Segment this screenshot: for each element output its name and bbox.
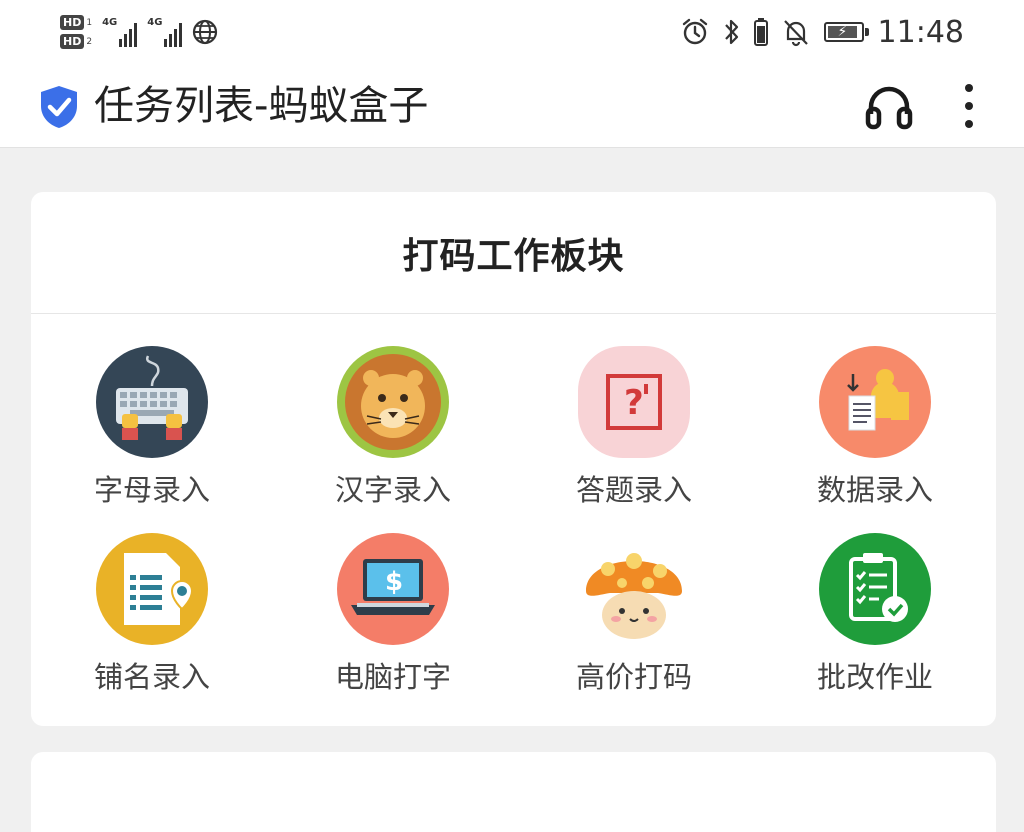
work-panel-card: 打码工作板块 字母录入 汉字录入 ? 答题录入 数据录入 铺名录入 $ 电脑打字… bbox=[31, 192, 996, 726]
svg-text:?: ? bbox=[624, 383, 644, 423]
task-label: 字母录入 bbox=[93, 473, 210, 507]
signal-icon: 4G bbox=[147, 17, 183, 47]
headset-icon[interactable] bbox=[864, 82, 914, 130]
signal-icon: 4G bbox=[102, 17, 138, 47]
alarm-icon bbox=[682, 18, 707, 45]
globe-icon bbox=[193, 19, 218, 45]
mushroom-icon bbox=[578, 533, 690, 645]
task-pc-typing[interactable]: $ 电脑打字 bbox=[293, 533, 493, 695]
app-bar: 任务列表-蚂蚁盒子 bbox=[0, 64, 1024, 148]
task-label: 高价打码 bbox=[575, 660, 692, 694]
bluetooth-icon bbox=[724, 19, 738, 45]
task-data-entry[interactable]: 数据录入 bbox=[775, 346, 975, 508]
dot bbox=[965, 102, 973, 110]
dot bbox=[965, 120, 973, 128]
dot bbox=[965, 84, 973, 92]
more-menu-button[interactable] bbox=[952, 80, 986, 132]
task-letter-entry[interactable]: 字母录入 bbox=[52, 346, 252, 508]
question-icon: ? bbox=[578, 346, 690, 458]
lion-icon bbox=[337, 346, 449, 458]
card-header: 打码工作板块 bbox=[31, 192, 996, 314]
sim1-badge: HD 1 bbox=[60, 15, 92, 30]
task-label: 铺名录入 bbox=[93, 660, 210, 694]
phone-battery-icon bbox=[753, 18, 768, 46]
sim2-index: 2 bbox=[86, 36, 93, 47]
task-label: 数据录入 bbox=[816, 473, 933, 507]
task-grade-homework[interactable]: 批改作业 bbox=[775, 533, 975, 695]
task-shop-name-entry[interactable]: 铺名录入 bbox=[52, 533, 252, 695]
task-label: 电脑打字 bbox=[334, 660, 451, 694]
sim2-badge: HD 2 bbox=[60, 34, 92, 49]
laptop-icon: $ bbox=[337, 533, 449, 645]
network2-label: 4G bbox=[147, 17, 163, 28]
battery-icon: ⚡ bbox=[823, 22, 869, 42]
task-high-pay-coding[interactable]: 高价打码 bbox=[534, 533, 734, 695]
data-entry-icon bbox=[819, 346, 931, 458]
keyboard-icon bbox=[96, 346, 208, 458]
network1-label: 4G bbox=[102, 17, 118, 28]
clipboard-check-icon bbox=[819, 533, 931, 645]
panel-title: 打码工作板块 bbox=[402, 235, 625, 277]
task-question-entry[interactable]: ? 答题录入 bbox=[534, 346, 734, 508]
mute-bell-icon bbox=[783, 20, 808, 47]
shield-icon bbox=[41, 86, 77, 128]
next-card bbox=[31, 752, 996, 832]
status-bar: HD 1 HD 2 4G 4G ⚡ 11:48 bbox=[0, 0, 1024, 64]
task-hanzi-entry[interactable]: 汉字录入 bbox=[293, 346, 493, 508]
status-right: ⚡ 11:48 bbox=[680, 10, 964, 54]
shop-name-icon bbox=[96, 533, 208, 645]
task-label: 汉字录入 bbox=[334, 473, 451, 507]
hd-icon: HD bbox=[60, 34, 85, 49]
sim1-index: 1 bbox=[86, 17, 93, 28]
sim-indicators: HD 1 HD 2 bbox=[60, 15, 92, 49]
page-title: 任务列表-蚂蚁盒子 bbox=[94, 83, 429, 129]
task-label: 批改作业 bbox=[816, 660, 933, 694]
svg-text:$: $ bbox=[385, 567, 403, 597]
clock: 11:48 bbox=[877, 14, 964, 50]
status-left: HD 1 HD 2 4G 4G bbox=[60, 8, 218, 56]
hd-icon: HD bbox=[60, 15, 85, 30]
task-label: 答题录入 bbox=[575, 473, 692, 507]
